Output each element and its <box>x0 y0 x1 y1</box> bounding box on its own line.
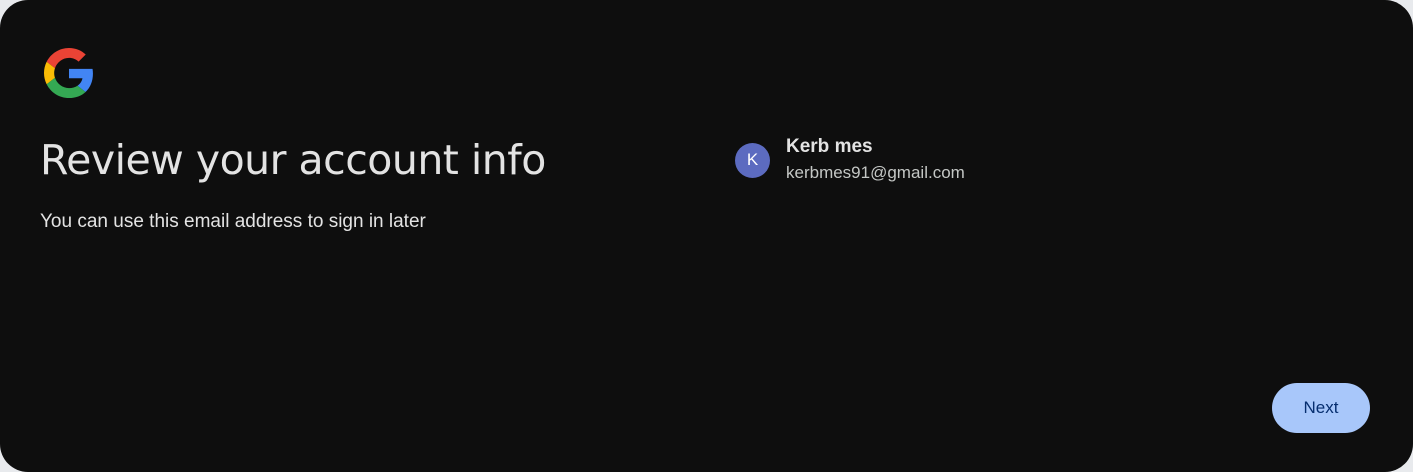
page-subtitle: You can use this email address to sign i… <box>40 211 426 232</box>
account-chip: K Kerb mes kerbmes91@gmail.com <box>735 134 965 186</box>
account-name: Kerb mes <box>786 136 873 157</box>
account-details: Kerb mes kerbmes91@gmail.com <box>786 134 965 186</box>
sign-in-card: Review your account info You can use thi… <box>0 0 1413 472</box>
avatar: K <box>735 142 770 178</box>
next-button[interactable]: Next <box>1272 383 1370 433</box>
google-logo-icon <box>44 48 93 98</box>
page-title: Review your account info <box>40 136 546 184</box>
account-email: kerbmes91@gmail.com <box>786 163 965 182</box>
